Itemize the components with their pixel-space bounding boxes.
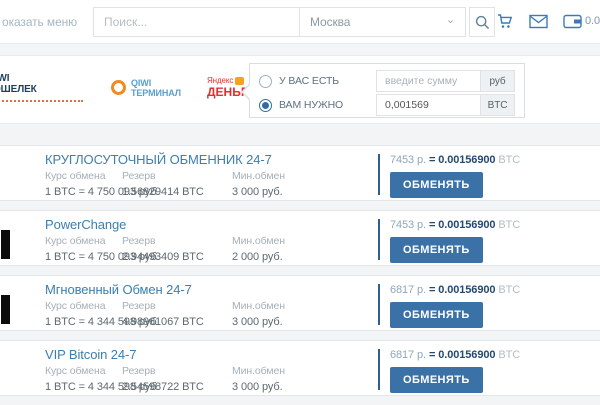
price-rub: 6817 р. [390,284,426,296]
reserve-label: Резерв [122,300,204,312]
price-line: 6817 р. = 0.00156900 BTC [390,284,520,296]
min-label: Мин.обмен [232,170,285,182]
exchange-button[interactable]: ОБМЕНЯТЬ [390,367,483,393]
reserve-label: Резерв [122,365,204,377]
reserve-column: Резерв 2.94493409 BTC [122,235,204,263]
show-menu-button[interactable]: оказать меню [2,15,77,29]
price-rub: 7453 р. [390,154,426,166]
divider [378,154,380,195]
qiwi-terminal-line1: QIWI [131,78,181,88]
reserve-value: 2.94493409 BTC [122,251,204,263]
amount-have-input[interactable] [376,70,481,92]
amount-need-input[interactable] [376,94,481,116]
price-line: 6817 р. = 0.00156900 BTC [390,349,520,361]
reserve-column: Резерв 1.56829414 BTC [122,170,204,198]
topbar: оказать меню Москва ⌄ 0.0 [0,0,600,44]
yandex-label: Яндекс [207,76,233,85]
price-currency: BTC [498,284,520,296]
search-group: Москва ⌄ [93,7,495,37]
qiwi-ring-icon [111,80,126,95]
cart-icon[interactable] [496,12,514,30]
exchanger-title-link[interactable]: Мгновенный Обмен 24-7 [45,282,192,297]
qiwi-terminal-logo[interactable]: QIWI ТЕРМИНАЛ [111,78,181,98]
price-btc: = 0.00156900 [429,154,495,166]
price-currency: BTC [498,349,520,361]
min-label: Мин.обмен [232,235,285,247]
topbar-icons: 0.0 [481,12,600,30]
radio-have[interactable] [259,75,272,88]
exchanger-title-link[interactable]: VIP Bitcoin 24-7 [45,347,136,362]
divider [378,349,380,390]
price-line: 7453 р. = 0.00156900 BTC [390,219,520,231]
chevron-down-icon: ⌄ [446,15,455,26]
exchanger-card: VIP Bitcoin 24-7 Курс обмена 1 BTC = 4 3… [0,340,600,396]
exchanger-list: КРУГЛОСУТОЧНЫЙ ОБМЕННИК 24-7 Курс обмена… [0,145,600,405]
converter-widget: У ВАС ЕСТЬ руб ВАМ НУЖНО BTC [249,63,525,118]
qiwi-wallet-logo[interactable]: QIWI КОШЕЛЕК [0,73,83,102]
min-column: Мин.обмен 3 000 руб. [232,170,285,198]
mail-icon[interactable] [529,14,548,29]
min-value: 3 000 руб. [232,316,285,328]
exchange-button[interactable]: ОБМЕНЯТЬ [390,172,483,198]
reserve-label: Резерв [122,170,204,182]
price-btc: = 0.00156900 [429,349,495,361]
divider [378,219,380,260]
reserve-value: 2.54598722 BTC [122,381,204,393]
city-select[interactable]: Москва ⌄ [300,7,466,37]
radio-need-label: ВАМ НУЖНО [279,99,343,111]
price-currency: BTC [498,154,520,166]
qiwi-wallet-line1: QIWI [0,73,83,84]
radio-need[interactable] [259,99,272,112]
price-currency: BTC [498,219,520,231]
min-column: Мин.обмен 2 000 руб. [232,235,285,263]
min-column: Мин.обмен 3 000 руб. [232,365,285,393]
min-value: 2 000 руб. [232,251,285,263]
filter-panel: QIWI КОШЕЛЕК QIWI ТЕРМИНАЛ Яндекс ДЕНЬГИ… [0,55,600,124]
exchanger-logo-cut [1,230,10,259]
reserve-column: Резерв 4.98961067 BTC [122,300,204,328]
dotted-underline [0,100,83,102]
wallet-icon[interactable]: 0.0 [563,14,600,29]
exchanger-title-link[interactable]: PowerChange [45,217,126,232]
exchanger-logo-cut [1,295,10,324]
qiwi-terminal-line2: ТЕРМИНАЛ [131,88,181,98]
exchange-button[interactable]: ОБМЕНЯТЬ [390,302,483,328]
exchange-button[interactable]: ОБМЕНЯТЬ [390,237,483,263]
exchanger-card: Мгновенный Обмен 24-7 Курс обмена 1 BTC … [0,275,600,331]
exchanger-card: КРУГЛОСУТОЧНЫЙ ОБМЕННИК 24-7 Курс обмена… [0,145,600,201]
exchanger-card: PowerChange Курс обмена 1 BTC = 4 750 09… [0,210,600,266]
search-input[interactable] [93,7,300,37]
min-column: Мин.обмен 3 000 руб. [232,300,285,328]
reserve-label: Резерв [122,235,204,247]
min-label: Мин.обмен [232,365,285,377]
radio-have-label: У ВАС ЕСТЬ [279,75,339,87]
divider [378,284,380,325]
min-value: 3 000 руб. [232,381,285,393]
converter-row-have: У ВАС ЕСТЬ руб [259,70,515,92]
price-rub: 7453 р. [390,219,426,231]
currency-rub-label: руб [481,70,515,92]
reserve-value: 4.98961067 BTC [122,316,204,328]
converter-row-need: ВАМ НУЖНО BTC [259,94,515,116]
wallet-balance: 0.0 [585,15,600,27]
price-btc: = 0.00156900 [429,219,495,231]
currency-btc-label: BTC [481,94,515,116]
reserve-value: 1.56829414 BTC [122,186,204,198]
reserve-column: Резерв 2.54598722 BTC [122,365,204,393]
price-btc: = 0.00156900 [429,284,495,296]
exchanger-title-link[interactable]: КРУГЛОСУТОЧНЫЙ ОБМЕННИК 24-7 [45,152,272,167]
price-rub: 6817 р. [390,349,426,361]
city-select-value: Москва [310,15,350,29]
min-label: Мин.обмен [232,300,285,312]
qiwi-wallet-line2: КОШЕЛЕК [0,84,83,95]
price-line: 7453 р. = 0.00156900 BTC [390,154,520,166]
min-value: 3 000 руб. [232,186,285,198]
